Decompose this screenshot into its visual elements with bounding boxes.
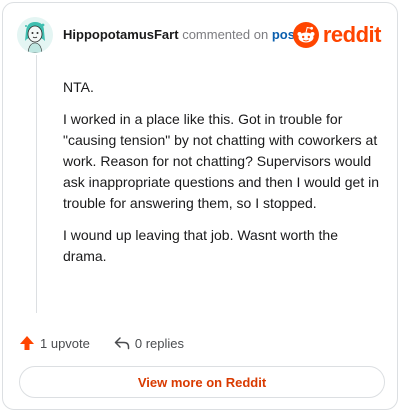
commented-on-text: commented on [182,27,269,42]
comment-actions: 1 upvote 0 replies [19,333,208,353]
comment-paragraph: I worked in a place like this. Got in tr… [63,111,379,211]
view-more-button[interactable]: View more on Reddit [19,366,385,398]
comment-body: NTA. I worked in a place like this. Got … [63,77,385,278]
upvote-count: 1 upvote [40,335,90,351]
reddit-wordmark: reddit [322,22,382,47]
user-avatar[interactable] [17,17,53,53]
reddit-logo[interactable]: reddit [292,21,382,49]
reply-arrow-icon [114,337,130,350]
comment-paragraph: NTA. [63,79,94,95]
upvote-button[interactable]: 1 upvote [19,335,90,351]
upvote-arrow-icon [20,336,34,350]
replies-count: 0 replies [134,335,185,351]
thread-line [36,55,37,313]
username-link[interactable]: HippopotamusFart [63,27,179,42]
comment-byline: HippopotamusFart commented on post [63,27,299,42]
comment-header: HippopotamusFart commented on post reddi… [17,17,383,53]
comment-embed-card: HippopotamusFart commented on post reddi… [2,2,398,410]
replies-button[interactable]: 0 replies [114,335,184,351]
comment-paragraph: I wound up leaving that job. Wasnt worth… [63,227,338,264]
reddit-snoo-icon [292,22,319,48]
avatar-illustration-icon [17,17,53,53]
